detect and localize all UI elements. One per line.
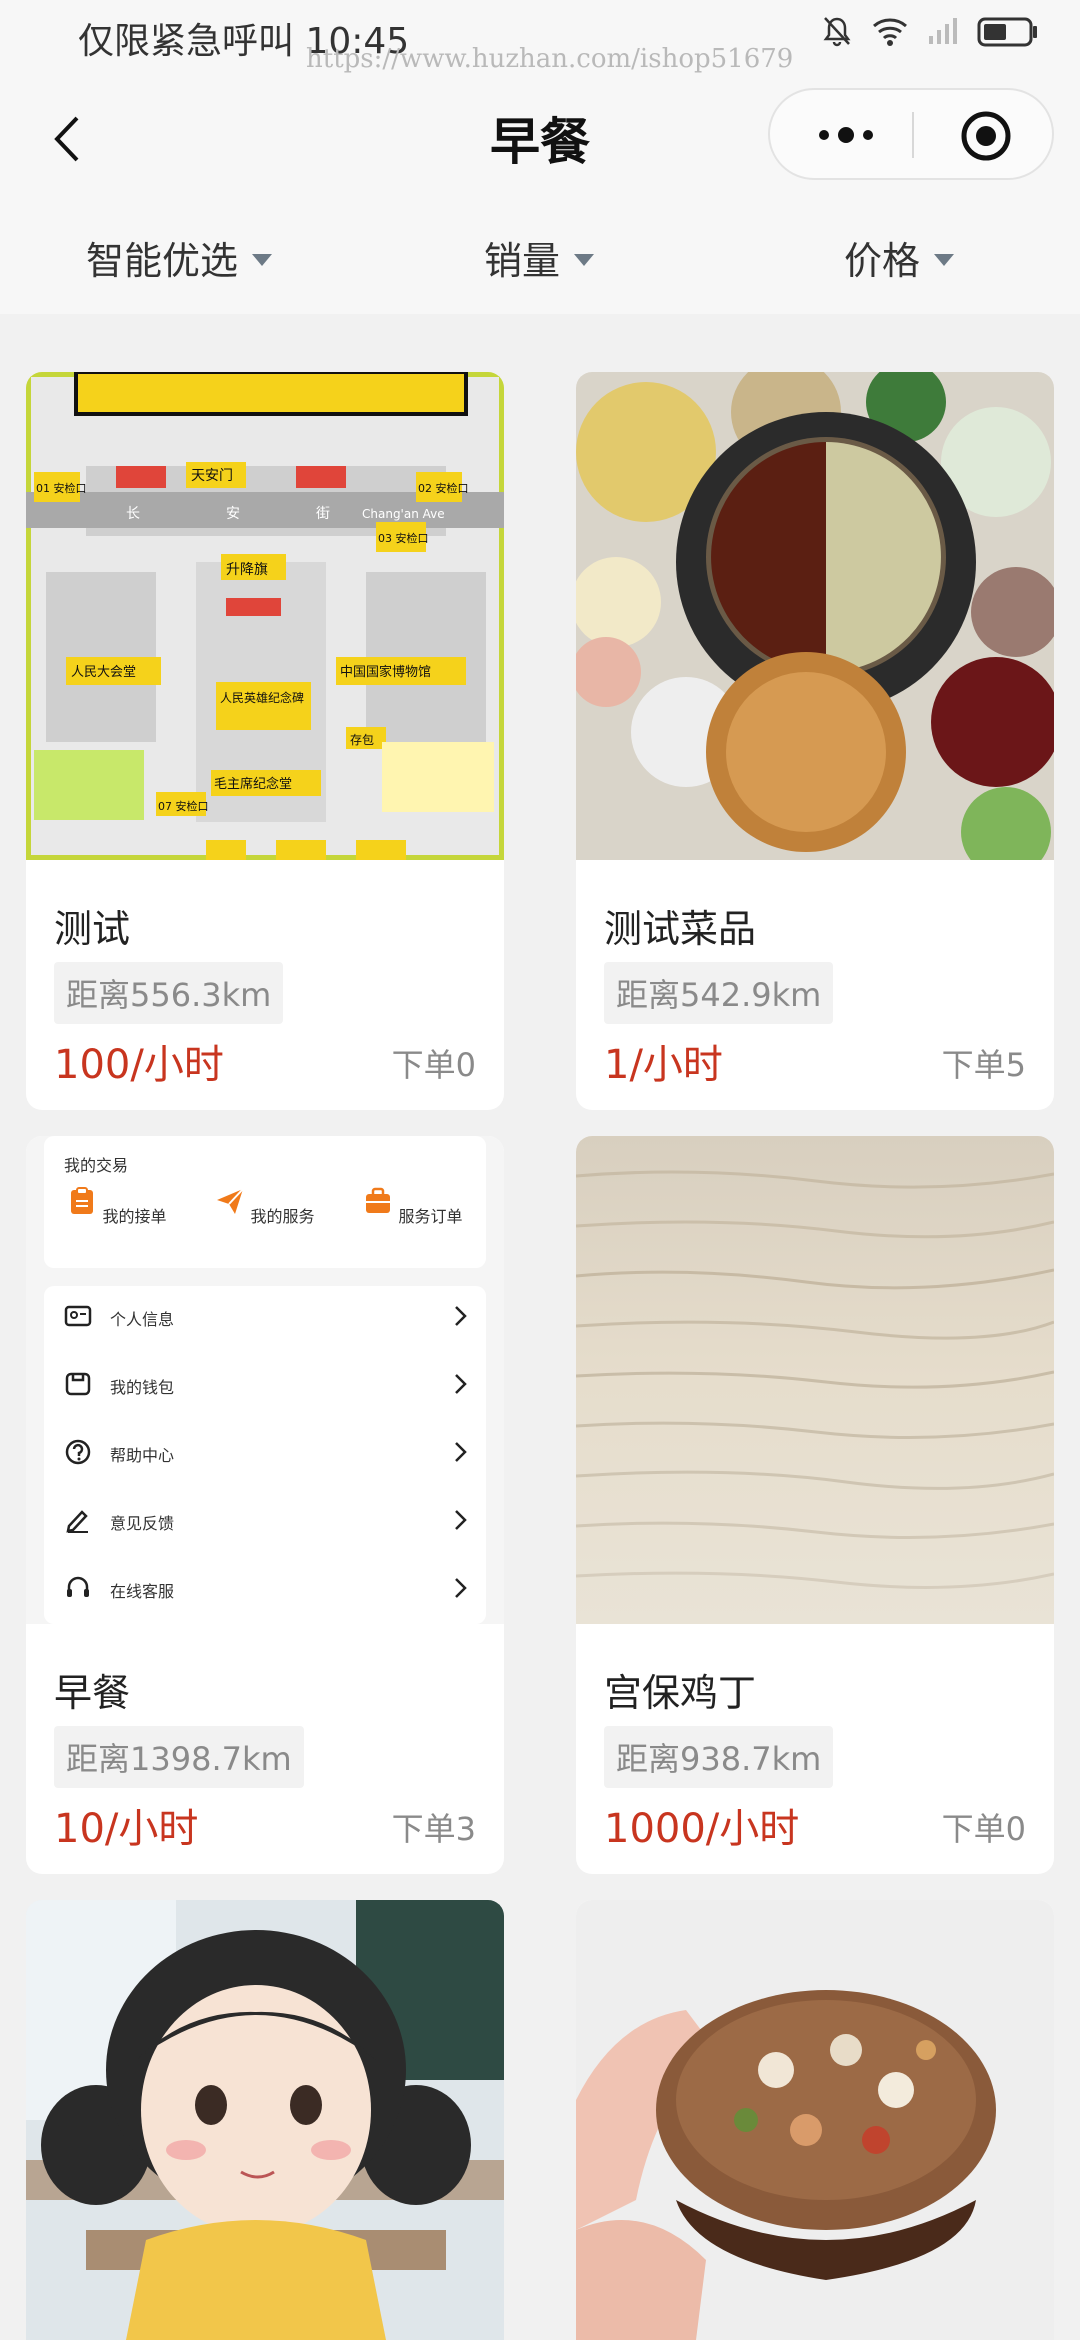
product-title: 测试菜品 <box>604 907 757 951</box>
map-label: 安 <box>226 506 240 522</box>
wifi-icon <box>873 18 907 46</box>
map-label: 02 安检口 <box>418 481 469 495</box>
map-label: Chang'an Ave <box>362 507 445 521</box>
distance-badge: 距离556.3km <box>54 962 284 1024</box>
mini-row-feedback: 意见反馈 <box>44 1490 486 1550</box>
status-icons <box>820 14 1040 48</box>
product-image-wood <box>576 1136 1054 1624</box>
map-label: 街 <box>316 506 330 522</box>
product-price: 100/小时 <box>54 1042 224 1088</box>
order-count: 下单0 <box>941 1810 1026 1848</box>
product-image-profile-screenshot: 我的交易 我的接单 我的服务 服务订单 个人信息 我的钱包 帮助中心 意见反馈 … <box>26 1136 504 1624</box>
mute-bell-icon <box>823 17 851 47</box>
filter-label: 价格 <box>844 239 921 283</box>
clipboard-icon <box>71 1187 94 1214</box>
headset-icon <box>67 1576 89 1597</box>
distance-badge: 距离1398.7km <box>54 1726 304 1788</box>
filter-label: 智能优选 <box>86 239 239 283</box>
product-card[interactable]: 宫保鸡丁 距离938.7km 1000/小时 下单0 <box>576 1136 1054 1874</box>
product-image-map: 天安门 升降旗 人民大会堂 中国国家博物馆 人民英雄纪念碑 毛主席纪念堂 存包 … <box>26 372 504 860</box>
map-label: 07 安检口 <box>158 799 209 813</box>
mini-program-capsule <box>768 88 1054 180</box>
mini-row-help: 帮助中心 <box>44 1422 486 1482</box>
mini-row-label: 个人信息 <box>110 1310 175 1329</box>
product-title: 宫保鸡丁 <box>604 1671 757 1715</box>
mini-my-services: 我的服务 <box>210 1186 320 1227</box>
distance-badge: 距离938.7km <box>604 1726 834 1788</box>
watermark-text: https://www.huzhan.com/ishop51679 <box>306 44 794 74</box>
mini-button-label: 服务订单 <box>398 1207 463 1226</box>
chevron-right-icon <box>455 1374 467 1394</box>
caret-down-icon <box>934 253 955 266</box>
mini-button-label: 我的接单 <box>102 1207 167 1226</box>
map-label: 毛主席纪念堂 <box>214 776 292 792</box>
mini-section-title: 我的交易 <box>64 1156 129 1175</box>
map-label: 人民英雄纪念碑 <box>220 690 304 705</box>
mini-my-orders: 我的接单 <box>62 1186 172 1227</box>
capsule-divider <box>912 112 914 158</box>
more-button[interactable] <box>810 110 882 160</box>
filter-sales[interactable]: 销量 <box>484 230 595 285</box>
map-label: 天安门 <box>191 468 233 484</box>
mini-row-label: 帮助中心 <box>110 1446 175 1465</box>
mini-row-label: 意见反馈 <box>110 1514 175 1533</box>
target-icon <box>961 111 1011 161</box>
mini-trade-panel: 我的交易 我的接单 我的服务 服务订单 <box>44 1136 486 1268</box>
order-count: 下单5 <box>941 1046 1026 1084</box>
mini-row-online-service: 在线客服 <box>44 1558 486 1618</box>
mini-row-label: 在线客服 <box>110 1582 175 1601</box>
mini-menu-list: 个人信息 我的钱包 帮助中心 意见反馈 在线客服 <box>44 1286 486 1624</box>
product-image-cookie <box>576 1900 1054 2340</box>
filter-label: 销量 <box>484 239 561 283</box>
product-image-cartoon-girl <box>26 1900 504 2340</box>
product-title: 测试 <box>54 907 131 951</box>
battery-icon <box>977 17 1037 47</box>
mini-row-wallet: 我的钱包 <box>44 1354 486 1414</box>
chevron-right-icon <box>455 1578 467 1598</box>
product-price: 1/小时 <box>604 1042 723 1088</box>
map-label: 长 <box>126 506 140 522</box>
product-card[interactable] <box>26 1900 504 2340</box>
id-card-icon <box>64 1305 92 1327</box>
filter-price[interactable]: 价格 <box>844 230 955 285</box>
order-count: 下单0 <box>391 1046 476 1084</box>
product-card[interactable] <box>576 1900 1054 2340</box>
map-label: 01 安检口 <box>36 481 87 495</box>
filter-bar: 智能优选 销量 价格 <box>0 200 1080 314</box>
signal-icon <box>929 18 957 44</box>
mini-service-orders: 服务订单 <box>358 1186 468 1227</box>
order-count: 下单3 <box>391 1810 476 1848</box>
pencil-icon <box>66 1510 88 1533</box>
close-mini-program-button[interactable] <box>956 106 1016 166</box>
chevron-right-icon <box>455 1442 467 1462</box>
product-image-hotpot <box>576 372 1054 860</box>
mini-button-label: 我的服务 <box>250 1207 315 1226</box>
product-card[interactable]: 测试菜品 距离542.9km 1/小时 下单5 <box>576 372 1054 1110</box>
product-price: 10/小时 <box>54 1806 199 1852</box>
caret-down-icon <box>252 253 273 266</box>
map-label: 中国国家博物馆 <box>340 664 431 680</box>
help-circle-icon <box>65 1439 91 1465</box>
chevron-right-icon <box>455 1510 467 1530</box>
map-label: 存包 <box>350 733 374 747</box>
mini-row-personal-info: 个人信息 <box>44 1286 486 1346</box>
briefcase-icon <box>366 1187 391 1213</box>
paper-plane-icon <box>217 1188 245 1214</box>
product-title: 早餐 <box>54 1671 131 1715</box>
distance-badge: 距离542.9km <box>604 962 834 1024</box>
product-price: 1000/小时 <box>604 1806 800 1852</box>
caret-down-icon <box>574 253 595 266</box>
map-label: 人民大会堂 <box>71 665 136 680</box>
more-dots-icon <box>819 127 873 143</box>
wallet-icon <box>65 1372 91 1396</box>
mini-row-label: 我的钱包 <box>110 1378 175 1397</box>
chevron-right-icon <box>455 1306 467 1326</box>
status-bar: 仅限紧急呼叫 10:45 https://www.huzhan.com/isho… <box>0 0 1080 80</box>
product-card[interactable]: 我的交易 我的接单 我的服务 服务订单 个人信息 我的钱包 帮助中心 意见反馈 … <box>26 1136 504 1874</box>
product-card[interactable]: 天安门 升降旗 人民大会堂 中国国家博物馆 人民英雄纪念碑 毛主席纪念堂 存包 … <box>26 372 504 1110</box>
filter-smart-select[interactable]: 智能优选 <box>86 230 273 285</box>
map-label: 03 安检口 <box>378 531 429 545</box>
navigation-bar: 早餐 <box>0 80 1080 200</box>
map-label: 升降旗 <box>226 562 268 578</box>
